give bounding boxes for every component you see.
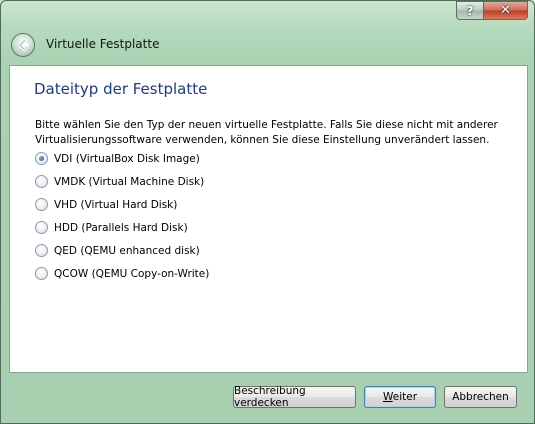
back-arrow-icon [18, 39, 29, 51]
cancel-button[interactable]: Abbrechen [444, 386, 517, 408]
caption-buttons: ? ✕ [456, 1, 528, 20]
option-hdd[interactable]: HDD (Parallels Hard Disk) [35, 221, 188, 234]
help-button[interactable]: ? [456, 1, 483, 20]
page-description: Bitte wählen Sie den Typ der neuen virtu… [35, 119, 498, 146]
help-icon: ? [466, 3, 474, 18]
page-title: Dateityp der Festplatte [34, 80, 208, 98]
option-vhd[interactable]: VHD (Virtual Hard Disk) [35, 198, 177, 211]
next-mnemonic: W [382, 391, 393, 403]
back-button[interactable] [11, 33, 35, 57]
wizard-window: ? ✕ Virtuelle Festplatte Dateityp der Fe… [0, 0, 535, 424]
option-vmdk[interactable]: VMDK (Virtual Machine Disk) [35, 175, 204, 188]
radio-qed[interactable] [35, 244, 48, 257]
radio-vhd[interactable] [35, 198, 48, 211]
option-qed[interactable]: QED (QEMU enhanced disk) [35, 244, 200, 257]
option-qed-label: QED (QEMU enhanced disk) [54, 244, 200, 257]
radio-vdi[interactable] [35, 152, 48, 165]
radio-hdd[interactable] [35, 221, 48, 234]
close-button[interactable]: ✕ [483, 1, 528, 20]
window-title: Virtuelle Festplatte [46, 37, 160, 51]
option-vdi-label: VDI (VirtualBox Disk Image) [54, 152, 200, 165]
option-qcow[interactable]: QCOW (QEMU Copy-on-Write) [35, 267, 209, 280]
hide-description-label: Beschreibung verdecken [234, 385, 306, 409]
option-qcow-label: QCOW (QEMU Copy-on-Write) [54, 267, 210, 280]
cancel-label: Abbrechen [452, 391, 509, 403]
content-panel: Dateityp der Festplatte Bitte wählen Sie… [9, 65, 528, 373]
option-vmdk-label: VMDK (Virtual Machine Disk) [54, 175, 205, 188]
next-label: Weiter [383, 391, 417, 403]
option-vhd-label: VHD (Virtual Hard Disk) [54, 198, 178, 211]
radio-vmdk[interactable] [35, 175, 48, 188]
next-label-rest: eiter [392, 391, 418, 403]
option-hdd-label: HDD (Parallels Hard Disk) [54, 221, 188, 234]
radio-qcow[interactable] [35, 267, 48, 280]
option-vdi[interactable]: VDI (VirtualBox Disk Image) [35, 152, 200, 165]
close-icon: ✕ [500, 3, 511, 18]
hide-description-button[interactable]: Beschreibung verdecken [233, 385, 356, 409]
next-button[interactable]: Weiter [364, 386, 436, 408]
